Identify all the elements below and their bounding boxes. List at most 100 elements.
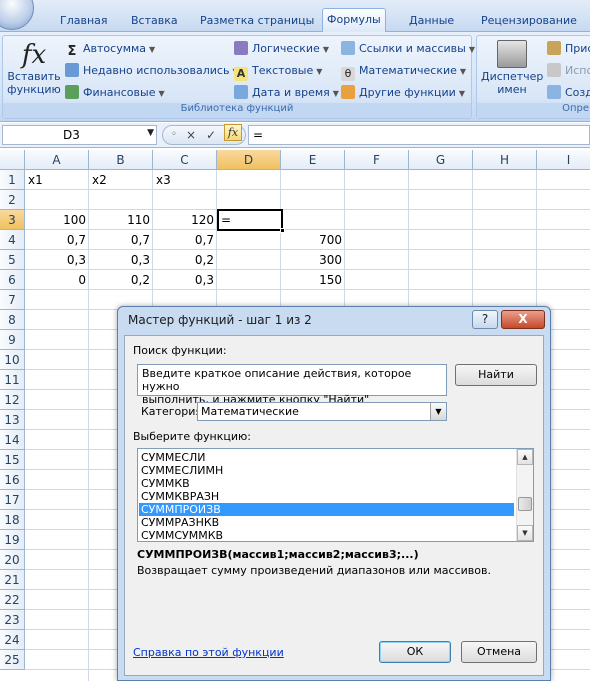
row-header-11[interactable]: 11 (0, 370, 25, 390)
insert-function-button[interactable]: fx Вставить функцию (7, 40, 61, 96)
row-header-2[interactable]: 2 (0, 190, 25, 210)
row-header-3[interactable]: 3 (0, 210, 25, 230)
define-name-button[interactable]: Прис (547, 39, 590, 59)
row-header-9[interactable]: 9 (0, 330, 25, 350)
column-header-B[interactable]: B (89, 150, 153, 170)
cell-A6[interactable]: 0 (25, 270, 89, 290)
row-header-16[interactable]: 16 (0, 470, 25, 490)
column-header-H[interactable]: H (473, 150, 537, 170)
tab-review[interactable]: Рецензирование (477, 10, 581, 32)
tab-insert[interactable]: Вставка (127, 10, 182, 32)
row-header-22[interactable]: 22 (0, 590, 25, 610)
active-cell-D3[interactable]: = (217, 209, 283, 231)
cell-B3[interactable]: 110 (89, 210, 153, 230)
cell-B4[interactable]: 0,7 (89, 230, 153, 250)
name-manager-button[interactable]: Диспетчер имен (481, 40, 543, 96)
fill-handle[interactable] (280, 228, 285, 233)
tab-formulas[interactable]: Формулы (322, 8, 386, 33)
row-header-19[interactable]: 19 (0, 530, 25, 550)
row-header-21[interactable]: 21 (0, 570, 25, 590)
row-header-14[interactable]: 14 (0, 430, 25, 450)
cancel-button[interactable]: Отмена (461, 641, 537, 663)
list-item[interactable]: СУММЕСЛИМН (139, 464, 514, 477)
list-item[interactable]: СУММКВРАЗН (139, 490, 514, 503)
more-functions-button[interactable]: Другие функции ▼ (341, 83, 465, 103)
chevron-down-icon[interactable]: ▼ (430, 403, 446, 420)
cell-B1[interactable]: x2 (89, 170, 153, 190)
list-item[interactable]: СУММРАЗНКВ (139, 516, 514, 529)
row-header-6[interactable]: 6 (0, 270, 25, 290)
ok-button[interactable]: ОК (379, 641, 451, 663)
row-header-5[interactable]: 5 (0, 250, 25, 270)
cell-A3[interactable]: 100 (25, 210, 89, 230)
row-header-15[interactable]: 15 (0, 450, 25, 470)
dialog-title-bar[interactable]: Мастер функций - шаг 1 из 2 ? X (118, 307, 550, 333)
list-scrollbar[interactable]: ▲ ▼ (516, 449, 533, 541)
cell-B6[interactable]: 0,2 (89, 270, 153, 290)
cell-A1[interactable]: x1 (25, 170, 89, 190)
cancel-icon[interactable]: × (183, 127, 199, 143)
name-box[interactable]: D3 ▼ (2, 125, 157, 145)
cell-C3[interactable]: 120 (153, 210, 217, 230)
office-button[interactable] (0, 0, 34, 30)
cell-C5[interactable]: 0,2 (153, 250, 217, 270)
row-header-20[interactable]: 20 (0, 550, 25, 570)
close-button[interactable]: X (501, 310, 545, 329)
list-item-selected[interactable]: СУММПРОИЗВ (139, 503, 514, 516)
search-input[interactable]: Введите краткое описание действия, котор… (137, 364, 447, 406)
help-button[interactable]: ? (472, 310, 498, 329)
row-header-12[interactable]: 12 (0, 390, 25, 410)
row-header-8[interactable]: 8 (0, 310, 25, 330)
category-select[interactable]: Математические ▼ (197, 402, 447, 421)
row-header-18[interactable]: 18 (0, 510, 25, 530)
scroll-down-icon[interactable]: ▼ (517, 525, 533, 541)
row-header-7[interactable]: 7 (0, 290, 25, 310)
column-header-D[interactable]: D (217, 150, 281, 170)
cell-C1[interactable]: x3 (153, 170, 217, 190)
select-all-corner[interactable] (0, 150, 25, 170)
row-header-13[interactable]: 13 (0, 410, 25, 430)
column-header-C[interactable]: C (153, 150, 217, 170)
tab-page-layout[interactable]: Разметка страницы (196, 10, 318, 32)
row-header-23[interactable]: 23 (0, 610, 25, 630)
create-from-selection-button[interactable]: Созд (547, 83, 590, 103)
help-link[interactable]: Справка по этой функции (133, 646, 284, 659)
cell-C6[interactable]: 0,3 (153, 270, 217, 290)
cell-B5[interactable]: 0,3 (89, 250, 153, 270)
scroll-thumb[interactable] (518, 497, 532, 511)
find-button[interactable]: Найти (455, 364, 537, 386)
enter-icon[interactable]: ✓ (203, 127, 219, 143)
chevron-down-icon[interactable]: ▼ (147, 128, 154, 138)
scroll-up-icon[interactable]: ▲ (517, 449, 533, 465)
lookup-reference-button[interactable]: Ссылки и массивы ▼ (341, 39, 475, 59)
cell-E4[interactable]: 700 (281, 230, 345, 250)
list-item[interactable]: СУММЕСЛИ (139, 451, 514, 464)
tab-data[interactable]: Данные (405, 10, 458, 32)
financial-button[interactable]: Финансовые ▼ (65, 83, 165, 103)
row-header-1[interactable]: 1 (0, 170, 25, 190)
column-header-I[interactable]: I (537, 150, 590, 170)
tab-home[interactable]: Главная (56, 10, 112, 32)
list-item[interactable]: СУММКВ (139, 477, 514, 490)
cell-E6[interactable]: 150 (281, 270, 345, 290)
cell-A4[interactable]: 0,7 (25, 230, 89, 250)
use-in-formula-button[interactable]: Испо (547, 61, 590, 81)
column-header-G[interactable]: G (409, 150, 473, 170)
autosum-button[interactable]: Σ Автосумма ▼ (65, 39, 156, 59)
column-header-A[interactable]: A (25, 150, 89, 170)
formula-input[interactable]: = (248, 125, 590, 145)
cell-A5[interactable]: 0,3 (25, 250, 89, 270)
list-item[interactable]: СУММСУММКВ (139, 529, 514, 541)
insert-function-fx-button[interactable]: fx (224, 124, 242, 141)
column-header-F[interactable]: F (345, 150, 409, 170)
function-list[interactable]: СУММЕСЛИ СУММЕСЛИМН СУММКВ СУММКВРАЗН СУ… (137, 448, 534, 542)
cell-E5[interactable]: 300 (281, 250, 345, 270)
column-header-E[interactable]: E (281, 150, 345, 170)
math-trig-button[interactable]: θ Математические ▼ (341, 61, 466, 81)
row-header-4[interactable]: 4 (0, 230, 25, 250)
row-header-25[interactable]: 25 (0, 650, 25, 670)
recently-used-button[interactable]: Недавно использовались▼ (65, 61, 239, 81)
text-button[interactable]: A Текстовые ▼ (234, 61, 322, 81)
date-time-button[interactable]: Дата и время ▼ (234, 83, 339, 103)
row-header-10[interactable]: 10 (0, 350, 25, 370)
